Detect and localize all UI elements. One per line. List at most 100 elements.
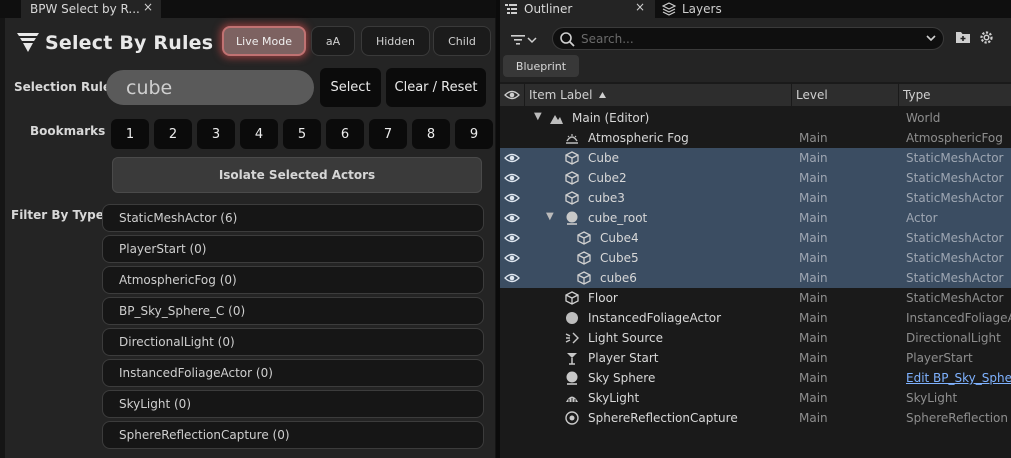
- visibility-eye-icon[interactable]: [504, 171, 520, 185]
- search-icon: [560, 31, 575, 47]
- tab-outliner[interactable]: Outliner ×: [500, 0, 655, 18]
- type-filter-bp-sky-sphere[interactable]: BP_Sky_Sphere_C (0): [102, 297, 484, 325]
- child-toggle[interactable]: Child: [433, 26, 491, 56]
- clear-reset-button[interactable]: Clear / Reset: [386, 68, 486, 107]
- hidden-toggle[interactable]: Hidden: [361, 26, 430, 56]
- visibility-eye-icon[interactable]: [504, 271, 520, 285]
- outliner-row[interactable]: cube6 Main StaticMeshActor: [500, 268, 1011, 288]
- outliner-search-input[interactable]: Search...: [552, 27, 944, 50]
- row-label: cube_root: [588, 211, 648, 225]
- outliner-row[interactable]: Cube5 Main StaticMeshActor: [500, 248, 1011, 268]
- cube-icon: [577, 251, 591, 265]
- foliage-icon: [566, 312, 578, 324]
- outliner-row[interactable]: ▼ Main (Editor) World: [500, 108, 1011, 128]
- row-level: Main: [799, 371, 828, 385]
- bookmark-button-4[interactable]: 4: [240, 119, 278, 149]
- bookmark-button-7[interactable]: 7: [369, 119, 407, 149]
- filter-icon: [511, 35, 525, 45]
- row-type: StaticMeshActor: [906, 291, 1004, 305]
- outliner-row[interactable]: Floor Main StaticMeshActor: [500, 288, 1011, 308]
- outliner-row[interactable]: Cube2 Main StaticMeshActor: [500, 168, 1011, 188]
- row-label: InstancedFoliageActor: [588, 311, 722, 325]
- select-by-rules-panel: BPW Select by R... × Select By Rules Liv…: [0, 0, 496, 458]
- outliner-row[interactable]: ▼ cube_root Main Actor: [500, 208, 1011, 228]
- bookmark-button-9[interactable]: 9: [455, 119, 493, 149]
- row-label: Sky Sphere: [588, 371, 656, 385]
- type-filter-atmosphericfog[interactable]: AtmosphericFog (0): [102, 266, 484, 294]
- bookmark-button-1[interactable]: 1: [111, 119, 149, 149]
- cube-icon: [577, 231, 591, 245]
- settings-gear-icon[interactable]: [978, 29, 995, 46]
- outliner-row[interactable]: Sky Sphere Main Edit BP_Sky_Sphe: [500, 368, 1011, 388]
- outliner-row[interactable]: Cube Main StaticMeshActor: [500, 148, 1011, 168]
- blueprint-filter-chip[interactable]: Blueprint: [503, 55, 579, 77]
- expander-arrow-icon[interactable]: ▼: [546, 211, 554, 222]
- outliner-row[interactable]: Cube4 Main StaticMeshActor: [500, 228, 1011, 248]
- type-filter-instancedfoliageactor[interactable]: InstancedFoliageActor (0): [102, 359, 484, 387]
- column-item-label-text: Item Label: [529, 88, 593, 102]
- row-level: Main: [799, 211, 828, 225]
- outliner-row[interactable]: cube3 Main StaticMeshActor: [500, 188, 1011, 208]
- edit-blueprint-link[interactable]: Edit BP_Sky_Sphe: [906, 371, 1011, 385]
- chevron-down-icon: [527, 37, 537, 44]
- bookmark-button-6[interactable]: 6: [326, 119, 364, 149]
- live-mode-toggle[interactable]: Live Mode: [222, 26, 306, 56]
- case-sensitive-toggle[interactable]: aA: [311, 26, 355, 56]
- row-label: Floor: [588, 291, 618, 305]
- visibility-eye-icon[interactable]: [504, 151, 520, 165]
- row-level: Main: [799, 331, 828, 345]
- type-filter-staticmeshactor[interactable]: StaticMeshActor (6): [102, 204, 484, 232]
- chevron-down-icon[interactable]: [925, 31, 937, 45]
- row-level: Main: [799, 251, 828, 265]
- close-icon[interactable]: ×: [635, 0, 645, 14]
- outliner-row[interactable]: Light Source Main DirectionalLight: [500, 328, 1011, 348]
- bookmark-button-2[interactable]: 2: [154, 119, 192, 149]
- isolate-selected-actors-button[interactable]: Isolate Selected Actors: [112, 157, 482, 193]
- row-label: Cube5: [600, 251, 639, 265]
- visibility-eye-icon[interactable]: [504, 231, 520, 245]
- column-level[interactable]: Level: [796, 84, 828, 106]
- outliner-row[interactable]: InstancedFoliageActor Main InstancedFoliag…: [500, 308, 1011, 328]
- bookmark-button-8[interactable]: 8: [412, 119, 450, 149]
- visibility-eye-icon[interactable]: [504, 251, 520, 265]
- visibility-eye-icon[interactable]: [504, 191, 520, 205]
- row-level: Main: [799, 171, 828, 185]
- tab-bpw-select-by-rules[interactable]: BPW Select by R... ×: [21, 0, 161, 18]
- outliner-row[interactable]: Player Start Main PlayerStart: [500, 348, 1011, 368]
- outliner-panel: Outliner × Layers Search... Blueprint It…: [500, 0, 1011, 458]
- fog-icon: [566, 134, 578, 144]
- outliner-row[interactable]: Atmospheric Fog Main AtmosphericFog: [500, 128, 1011, 148]
- select-button[interactable]: Select: [320, 68, 381, 107]
- row-label: cube6: [600, 271, 637, 285]
- row-type: StaticMeshActor: [906, 191, 1004, 205]
- close-icon[interactable]: ×: [143, 0, 153, 14]
- type-filter-playerstart[interactable]: PlayerStart (0): [102, 235, 484, 263]
- outliner-row[interactable]: SkyLight Main SkyLight: [500, 388, 1011, 408]
- visibility-eye-icon[interactable]: [504, 211, 520, 225]
- bookmark-button-5[interactable]: 5: [283, 119, 321, 149]
- expander-arrow-icon[interactable]: ▼: [534, 111, 542, 122]
- cube-icon: [565, 291, 579, 305]
- bookmark-button-3[interactable]: 3: [197, 119, 235, 149]
- cube-icon: [565, 171, 579, 185]
- column-item-label[interactable]: Item Label: [529, 84, 607, 106]
- type-filter-spherereflectioncapture[interactable]: SphereReflectionCapture (0): [102, 421, 484, 449]
- visibility-eye-icon[interactable]: [504, 88, 520, 102]
- type-filter-directionallight[interactable]: DirectionalLight (0): [102, 328, 484, 356]
- search-placeholder: Search...: [581, 31, 634, 46]
- player-start-icon: [567, 353, 577, 365]
- filter-dropdown-button[interactable]: [510, 30, 546, 50]
- row-type: StaticMeshActor: [906, 271, 1004, 285]
- row-type: DirectionalLight: [906, 331, 1001, 345]
- plugin-logo: Select By Rules: [15, 30, 213, 56]
- world-icon: [550, 115, 563, 124]
- row-label: Cube: [588, 151, 619, 165]
- row-label: cube3: [588, 191, 625, 205]
- column-type[interactable]: Type: [903, 84, 931, 106]
- outliner-row[interactable]: SphereReflectionCapture Main SphereReflect…: [500, 408, 1011, 428]
- type-filter-skylight[interactable]: SkyLight (0): [102, 390, 484, 418]
- selection-rule-input[interactable]: cube: [106, 70, 314, 105]
- tab-layers[interactable]: Layers: [662, 0, 722, 18]
- row-type: PlayerStart: [906, 351, 973, 365]
- add-folder-icon[interactable]: [955, 30, 971, 44]
